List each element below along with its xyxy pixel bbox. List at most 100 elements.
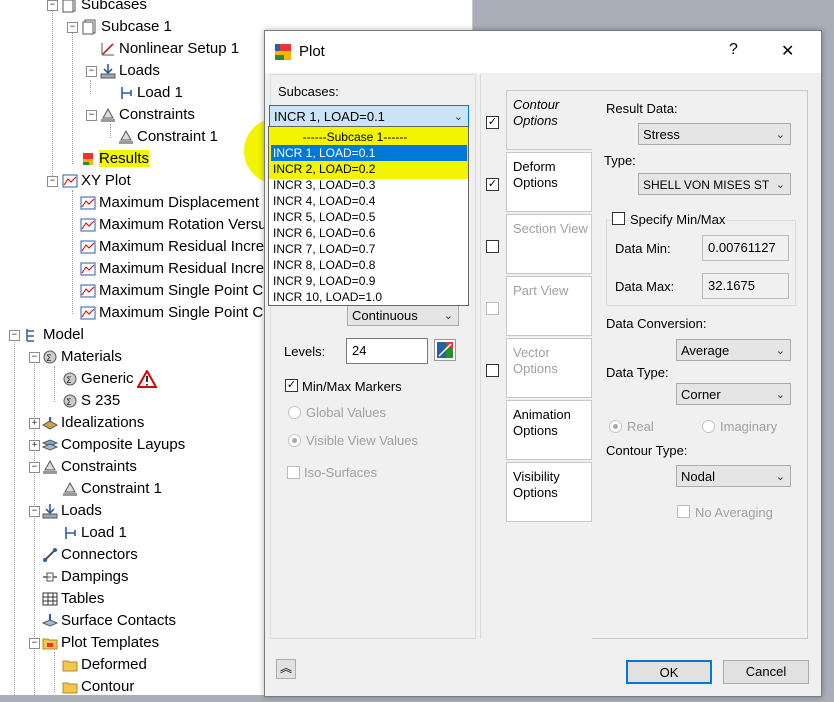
real-radio[interactable]: [609, 420, 622, 433]
contour-options-checkbox[interactable]: ✓: [486, 116, 499, 129]
list-item[interactable]: INCR 7, LOAD=0.7: [271, 241, 467, 257]
expand-toggle[interactable]: +: [29, 418, 40, 429]
imaginary-radio[interactable]: [702, 420, 715, 433]
tree-node-load-1[interactable]: Load 1: [118, 82, 183, 104]
tree-node-graph[interactable]: Maximum Residual Incre: [80, 236, 264, 258]
tree-node-graph[interactable]: Maximum Single Point C: [80, 280, 263, 302]
list-item[interactable]: INCR 8, LOAD=0.8: [271, 257, 467, 273]
tree-node-results[interactable]: Results: [80, 148, 150, 170]
tab-animation-options[interactable]: Animation Options: [506, 400, 592, 460]
tree-node-dampings[interactable]: Dampings: [42, 566, 129, 588]
expand-toggle[interactable]: −: [29, 638, 40, 649]
tree-node-tables[interactable]: Tables: [42, 588, 104, 610]
tree-node-constraints[interactable]: Constraints: [100, 104, 195, 126]
list-item[interactable]: INCR 4, LOAD=0.4: [271, 193, 467, 209]
levels-input[interactable]: 24: [346, 338, 428, 364]
constraint-icon: [118, 129, 134, 145]
tree-node-constraints-model[interactable]: Constraints: [42, 456, 137, 478]
help-button[interactable]: ?: [729, 41, 738, 59]
vector-options-checkbox[interactable]: [486, 364, 499, 377]
contour-style-dropdown[interactable]: Continuous ⌄: [347, 304, 459, 326]
expand-toggle[interactable]: −: [9, 330, 20, 341]
graph-icon: [80, 305, 96, 321]
list-item[interactable]: INCR 3, LOAD=0.3: [271, 177, 467, 193]
expand-toggle[interactable]: −: [67, 22, 78, 33]
tree-node-surface-contacts[interactable]: Surface Contacts: [41, 610, 176, 632]
no-averaging-checkbox[interactable]: [677, 505, 690, 518]
list-item[interactable]: INCR 9, LOAD=0.9: [271, 273, 467, 289]
cancel-button[interactable]: Cancel: [723, 660, 809, 684]
tree-node-nonlinear-setup[interactable]: Nonlinear Setup 1: [100, 38, 239, 60]
plot-templates-icon: [42, 635, 58, 651]
tree-node-loads-model[interactable]: Loads: [42, 500, 102, 522]
tab-part-view[interactable]: Part View: [506, 276, 592, 336]
section-view-checkbox[interactable]: [486, 240, 499, 253]
tree-node-graph[interactable]: Maximum Displacement: [80, 192, 259, 214]
expand-toggle[interactable]: −: [86, 110, 97, 121]
global-values-radio[interactable]: [288, 406, 301, 419]
expand-toggle[interactable]: −: [29, 506, 40, 517]
close-button[interactable]: ✕: [781, 41, 794, 61]
contour-type-dropdown[interactable]: Nodal ⌄: [676, 465, 791, 487]
subcases-label: Subcases:: [278, 84, 339, 99]
data-conversion-dropdown[interactable]: Average ⌄: [676, 339, 791, 361]
loads-icon: [42, 503, 58, 519]
list-item[interactable]: INCR 5, LOAD=0.5: [271, 209, 467, 225]
tree-node-constraint-1[interactable]: Constraint 1: [118, 126, 218, 148]
tab-visibility-options[interactable]: Visibility Options: [506, 462, 592, 522]
specify-minmax-label: Specify Min/Max: [630, 212, 728, 227]
list-item[interactable]: INCR 2, LOAD=0.2: [271, 161, 467, 177]
tree-node-composite-layups[interactable]: Composite Layups: [41, 434, 185, 456]
tab-deform-options[interactable]: Deform Options: [506, 152, 592, 212]
subcases-dropdown[interactable]: INCR 1, LOAD=0.1 ⌄: [269, 105, 469, 127]
tree-node-constraint-1-model[interactable]: Constraint 1: [62, 478, 162, 500]
tab-vector-options[interactable]: Vector Options: [506, 338, 592, 398]
tab-section-view[interactable]: Section View: [506, 214, 592, 274]
list-item[interactable]: INCR 6, LOAD=0.6: [271, 225, 467, 241]
tab-contour-options[interactable]: Contour Options: [506, 90, 592, 150]
expand-toggle[interactable]: −: [47, 0, 58, 11]
chevron-down-icon: ⌄: [443, 310, 453, 322]
tree-node-idealizations[interactable]: Idealizations: [41, 412, 144, 434]
tree-node-subcase-1[interactable]: Subcase 1: [82, 16, 172, 38]
expand-toggle[interactable]: −: [29, 352, 40, 363]
expand-toggle[interactable]: +: [29, 440, 40, 451]
tree-node-materials[interactable]: Σ Materials: [42, 346, 122, 368]
tree-node-xy-plot[interactable]: XY Plot: [62, 170, 131, 192]
expand-toggle[interactable]: −: [29, 462, 40, 473]
tree-node-load-1-model[interactable]: Load 1: [62, 522, 127, 544]
expand-toggle[interactable]: −: [47, 176, 58, 187]
chevron-down-icon: ⌄: [775, 389, 785, 401]
deform-options-checkbox[interactable]: ✓: [486, 178, 499, 191]
tree-node-material-s235[interactable]: ΣS 235: [62, 390, 120, 412]
dampings-icon: [42, 569, 58, 585]
result-data-dropdown[interactable]: Stress ⌄: [638, 123, 791, 145]
tree-node-graph[interactable]: Maximum Single Point C: [80, 302, 263, 324]
minmax-markers-checkbox[interactable]: ✓: [285, 379, 298, 392]
list-item[interactable]: ------Subcase 1------: [271, 129, 467, 145]
part-view-checkbox[interactable]: [486, 302, 499, 315]
visible-view-values-radio[interactable]: [288, 434, 301, 447]
tree-node-loads[interactable]: Loads: [100, 60, 160, 82]
data-type-dropdown[interactable]: Corner ⌄: [676, 383, 791, 405]
data-min-input[interactable]: 0.00761127: [702, 235, 789, 261]
tree-node-plot-templates[interactable]: Plot Templates: [42, 632, 159, 654]
collapse-button[interactable]: ︽: [276, 659, 296, 679]
type-dropdown[interactable]: SHELL VON MISES ST ⌄: [638, 173, 791, 195]
tree-node-model[interactable]: Model: [24, 324, 84, 346]
tree-node-graph[interactable]: Maximum Rotation Versu: [80, 214, 267, 236]
tree-node-subcases[interactable]: Subcases: [62, 0, 147, 16]
color-bar-icon[interactable]: [434, 339, 456, 361]
tree-node-deformed[interactable]: Deformed: [62, 654, 147, 676]
data-max-input[interactable]: 32.1675: [702, 273, 789, 299]
expand-toggle[interactable]: −: [86, 66, 97, 77]
list-item[interactable]: INCR 1, LOAD=0.1: [271, 145, 467, 161]
tree-node-graph[interactable]: Maximum Residual Incre: [80, 258, 264, 280]
ok-button[interactable]: OK: [626, 660, 712, 684]
list-item[interactable]: INCR 10, LOAD=1.0: [271, 289, 467, 305]
tree-node-connectors[interactable]: Connectors: [42, 544, 138, 566]
iso-surfaces-checkbox[interactable]: [287, 466, 300, 479]
material-icon: Σ: [62, 371, 78, 387]
tree-node-material-generic[interactable]: Σ Generic: [62, 368, 160, 390]
specify-minmax-checkbox[interactable]: [612, 212, 625, 225]
